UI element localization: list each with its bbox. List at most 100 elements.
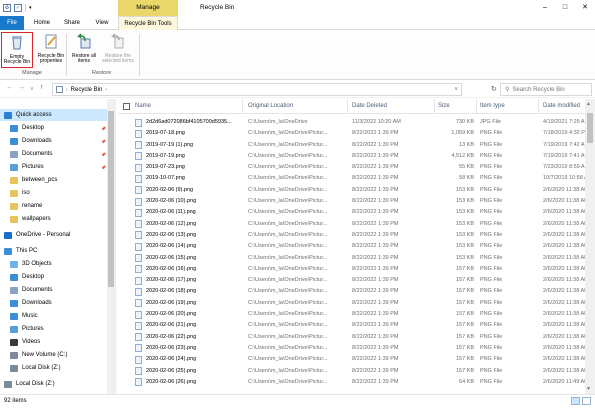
large-icons-view-icon[interactable] bbox=[582, 397, 591, 405]
table-row[interactable]: 2020-02-06 (17).png C:\Users\m_la\OneDriv… bbox=[118, 275, 595, 286]
sidebar-item[interactable]: 3D Objects bbox=[0, 258, 112, 270]
pin-icon[interactable]: 📌 bbox=[101, 152, 106, 157]
search-input[interactable]: ⚲ Search Recycle Bin bbox=[500, 83, 592, 96]
details-view-icon[interactable] bbox=[571, 397, 580, 405]
column-separator[interactable] bbox=[476, 99, 477, 114]
recycle-bin-properties-button[interactable]: Recycle Bin properties bbox=[35, 32, 67, 68]
table-row[interactable]: 2020-02-06 (25).png C:\Users\m_la\OneDriv… bbox=[118, 366, 595, 377]
table-row[interactable]: 2020-02-06 (18).png C:\Users\m_la\OneDriv… bbox=[118, 286, 595, 297]
pin-icon[interactable]: 📌 bbox=[101, 139, 106, 144]
tab-home[interactable]: Home bbox=[28, 16, 56, 30]
column-header-date-deleted[interactable]: Date Deleted bbox=[352, 103, 387, 109]
ribbon-tabs: File Home Share View Recycle Bin Tools bbox=[0, 16, 595, 31]
table-row[interactable]: 2020-02-06 (16).png C:\Users\m_la\OneDriv… bbox=[118, 264, 595, 275]
file-list-scrollbar-thumb[interactable] bbox=[587, 113, 593, 143]
column-separator[interactable] bbox=[242, 99, 243, 114]
table-row[interactable]: 2019-10-07.png C:\Users\m_la\OneDrive\Pic… bbox=[118, 173, 595, 184]
breadcrumb-chevron-icon[interactable]: › bbox=[105, 87, 107, 93]
tab-file[interactable]: File bbox=[0, 16, 24, 30]
table-row[interactable]: 2020-02-06 (15).png C:\Users\m_la\OneDriv… bbox=[118, 253, 595, 264]
sidebar-item[interactable]: This PC bbox=[0, 245, 112, 257]
table-row[interactable]: 2020-02-06 (10).png C:\Users\m_la\OneDriv… bbox=[118, 196, 595, 207]
recent-dropdown-icon[interactable]: ∨ bbox=[30, 86, 34, 92]
select-all-checkbox[interactable] bbox=[123, 103, 130, 110]
restore-all-items-button[interactable]: Restore all items bbox=[68, 32, 100, 68]
breadcrumb-chevron-icon[interactable]: › bbox=[66, 87, 68, 93]
back-arrow-icon[interactable]: ← bbox=[6, 84, 13, 91]
table-row[interactable]: 2020-02-06 (20).png C:\Users\m_la\OneDriv… bbox=[118, 309, 595, 320]
table-row[interactable]: 2019-07-19.png C:\Users\m_la\OneDrive\Pic… bbox=[118, 151, 595, 162]
sidebar-item[interactable]: OneDrive - Personal bbox=[0, 229, 112, 241]
tab-share[interactable]: Share bbox=[58, 16, 86, 30]
date-deleted: 8/22/2022 1:39 PM bbox=[352, 344, 399, 351]
pin-icon[interactable]: 📌 bbox=[101, 165, 106, 170]
item-type: PNG File bbox=[480, 254, 503, 261]
column-header-original-location[interactable]: Original Location bbox=[248, 103, 293, 109]
table-row[interactable]: 2020-02-06 (14).png C:\Users\m_la\OneDriv… bbox=[118, 241, 595, 252]
scroll-up-icon[interactable]: ▲ bbox=[586, 101, 591, 107]
column-header-size[interactable]: Size bbox=[438, 103, 450, 109]
table-row[interactable]: 2019-07-18.png C:\Users\m_la\OneDrive\Pic… bbox=[118, 128, 595, 139]
close-icon[interactable]: ✕ bbox=[575, 0, 595, 16]
sidebar-item[interactable]: New Volume (C:) bbox=[0, 349, 112, 361]
scroll-down-icon[interactable]: ▼ bbox=[586, 386, 591, 392]
navigation-scrollbar[interactable] bbox=[107, 99, 115, 394]
pin-icon[interactable]: 📌 bbox=[101, 126, 106, 131]
address-bar[interactable]: › Recycle Bin › ∨ bbox=[52, 83, 462, 96]
table-row[interactable]: 2020-02-06 (11).png C:\Users\m_la\OneDriv… bbox=[118, 207, 595, 218]
sidebar-item[interactable]: between_pcs bbox=[0, 174, 112, 186]
column-header-date-modified[interactable]: Date modified bbox=[543, 103, 580, 109]
maximize-icon[interactable]: □ bbox=[555, 0, 575, 16]
qa-dropdown-icon[interactable]: ▾ bbox=[29, 5, 32, 11]
table-row[interactable]: 2020-02-06 (19).png C:\Users\m_la\OneDriv… bbox=[118, 298, 595, 309]
table-row[interactable]: 2020-02-06 (26).png C:\Users\m_la\OneDriv… bbox=[118, 377, 595, 388]
tab-view[interactable]: View bbox=[88, 16, 116, 30]
forward-arrow-icon[interactable]: → bbox=[18, 84, 25, 91]
sidebar-item[interactable]: Downloads 📌 bbox=[0, 135, 112, 147]
properties-qa-icon[interactable]: ✓ bbox=[14, 4, 22, 12]
sidebar-item[interactable]: Documents 📌 bbox=[0, 148, 112, 160]
column-separator[interactable] bbox=[347, 99, 348, 114]
sidebar-item[interactable]: rename bbox=[0, 200, 112, 212]
table-row[interactable]: 2020-02-06 (12).png C:\Users\m_la\OneDriv… bbox=[118, 219, 595, 230]
tab-recycle-bin-tools[interactable]: Recycle Bin Tools bbox=[118, 16, 178, 31]
sidebar-item[interactable]: Videos bbox=[0, 336, 112, 348]
sidebar-item[interactable]: Downloads bbox=[0, 297, 112, 309]
sidebar-item[interactable]: Quick access bbox=[0, 109, 112, 121]
empty-recycle-bin-button[interactable]: Empty Recycle Bin bbox=[1, 32, 33, 68]
table-row[interactable]: 2019-07-19 (1).png C:\Users\m_la\OneDrive… bbox=[118, 140, 595, 151]
table-row[interactable]: 2020-02-06 (21).png C:\Users\m_la\OneDriv… bbox=[118, 320, 595, 331]
table-row[interactable]: 2020-02-06 (13).png C:\Users\m_la\OneDriv… bbox=[118, 230, 595, 241]
sidebar-item[interactable]: Music bbox=[0, 310, 112, 322]
table-row[interactable]: 2020-02-06 (22).png C:\Users\m_la\OneDriv… bbox=[118, 332, 595, 343]
sidebar-item[interactable]: Local Disk (Z:) bbox=[0, 362, 112, 374]
column-separator[interactable] bbox=[434, 99, 435, 114]
restore-selected-items-button[interactable]: Restore the selected items bbox=[99, 32, 137, 68]
sidebar-item[interactable]: Documents bbox=[0, 284, 112, 296]
sidebar-item[interactable]: Pictures 📌 bbox=[0, 161, 112, 173]
sidebar-item[interactable]: Local Disk (Z:) bbox=[0, 378, 112, 390]
item-type: PNG File bbox=[480, 288, 503, 295]
navigation-scrollbar-thumb[interactable] bbox=[108, 111, 114, 287]
minimize-icon[interactable]: – bbox=[535, 0, 555, 16]
table-row[interactable]: 2020-02-06 (9).png C:\Users\m_la\OneDrive… bbox=[118, 185, 595, 196]
original-location: C:\Users\m_la\OneDrive\Pictur... bbox=[248, 299, 328, 306]
file-list-scrollbar[interactable]: ▲ ▼ bbox=[585, 99, 595, 394]
sidebar-item[interactable]: Pictures bbox=[0, 323, 112, 335]
table-row[interactable]: 2019-07-23.png C:\Users\m_la\OneDrive\Pic… bbox=[118, 162, 595, 173]
sidebar-item[interactable]: wallpapers bbox=[0, 213, 112, 225]
sidebar-item[interactable]: Desktop bbox=[0, 271, 112, 283]
table-row[interactable]: 2020-02-06 (24).png C:\Users\m_la\OneDriv… bbox=[118, 354, 595, 365]
refresh-icon[interactable]: ↻ bbox=[491, 85, 497, 93]
music-icon bbox=[10, 312, 18, 320]
table-row[interactable]: 2020-02-06 (23).png C:\Users\m_la\OneDriv… bbox=[118, 343, 595, 354]
column-header-item-type[interactable]: Item type bbox=[480, 103, 505, 109]
table-row[interactable]: 2d2d6ad072086bf4105700d5935... C:\Users\m… bbox=[118, 117, 595, 128]
up-arrow-icon[interactable]: ↑ bbox=[40, 84, 44, 91]
column-separator[interactable] bbox=[538, 99, 539, 114]
sidebar-item[interactable]: iso bbox=[0, 187, 112, 199]
breadcrumb-recycle-bin[interactable]: Recycle Bin bbox=[71, 87, 103, 93]
column-header-name[interactable]: Name bbox=[135, 103, 151, 109]
address-dropdown-icon[interactable]: ∨ bbox=[454, 86, 458, 92]
sidebar-item[interactable]: Desktop 📌 bbox=[0, 122, 112, 134]
